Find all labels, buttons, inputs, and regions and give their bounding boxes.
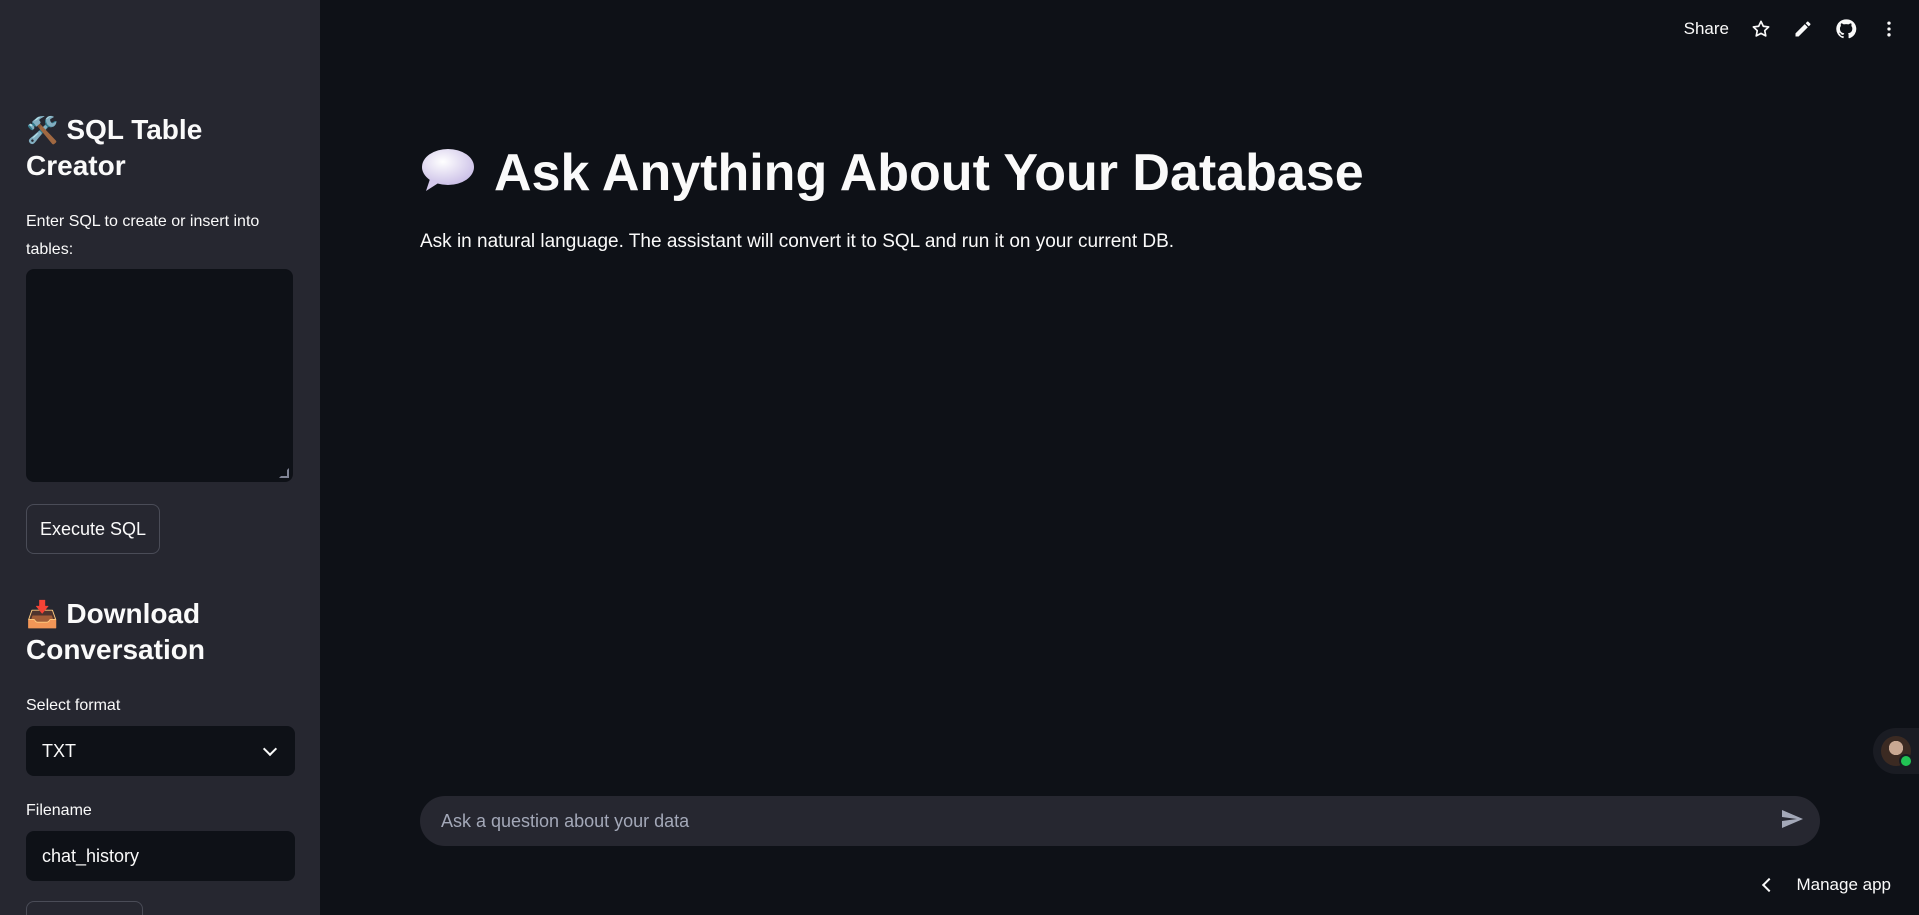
page-title-text: Ask Anything About Your Database — [494, 144, 1364, 202]
download-section-heading: 📥 Download Conversation — [26, 596, 295, 668]
filename-label: Filename — [26, 802, 92, 819]
top-toolbar: Share — [1684, 18, 1899, 40]
chat-input[interactable]: Ask a question about your data — [420, 796, 1820, 846]
speech-bubble-icon — [420, 143, 476, 209]
viewer-avatar-badge[interactable] — [1873, 728, 1919, 774]
resize-handle-icon[interactable] — [279, 468, 289, 478]
github-icon[interactable] — [1835, 18, 1857, 40]
sidebar: 🛠️ SQL Table Creator Enter SQL to create … — [0, 0, 320, 915]
sql-section-header: 🛠️ SQL Table Creator — [26, 112, 295, 184]
format-label: Select format — [26, 697, 121, 714]
online-status-dot — [1899, 754, 1913, 768]
execute-sql-button[interactable]: Execute SQL — [26, 504, 160, 554]
avatar — [1881, 736, 1913, 768]
pencil-icon[interactable] — [1793, 19, 1813, 39]
more-vert-icon[interactable] — [1879, 19, 1899, 39]
chevron-down-icon — [262, 741, 278, 757]
tools-icon: 🛠️ — [26, 115, 59, 145]
send-icon[interactable] — [1780, 807, 1804, 836]
app-root: 🛠️ SQL Table Creator Enter SQL to create … — [0, 0, 1919, 915]
chevron-left-icon — [1762, 877, 1777, 893]
share-button[interactable]: Share — [1684, 19, 1729, 39]
format-select-value: TXT — [42, 740, 76, 761]
inbox-tray-icon: 📥 — [26, 599, 59, 629]
sql-textarea[interactable] — [26, 269, 293, 482]
format-select[interactable]: TXT — [26, 726, 295, 776]
manage-app-button[interactable]: Manage app — [1762, 875, 1891, 895]
filename-input-value: chat_history — [42, 845, 140, 866]
star-icon[interactable] — [1751, 19, 1771, 39]
download-button[interactable] — [26, 901, 143, 915]
manage-app-label: Manage app — [1796, 875, 1891, 894]
download-section-header: 📥 Download Conversation — [26, 596, 295, 668]
page-title: Ask Anything About Your Database — [420, 140, 1364, 209]
filename-input[interactable]: chat_history — [26, 831, 295, 881]
sql-section-heading: 🛠️ SQL Table Creator — [26, 112, 295, 184]
page-subtitle: Ask in natural language. The assistant w… — [420, 231, 1175, 252]
sql-input-label: Enter SQL to create or insert into table… — [26, 213, 260, 258]
chat-input-placeholder: Ask a question about your data — [441, 810, 690, 831]
